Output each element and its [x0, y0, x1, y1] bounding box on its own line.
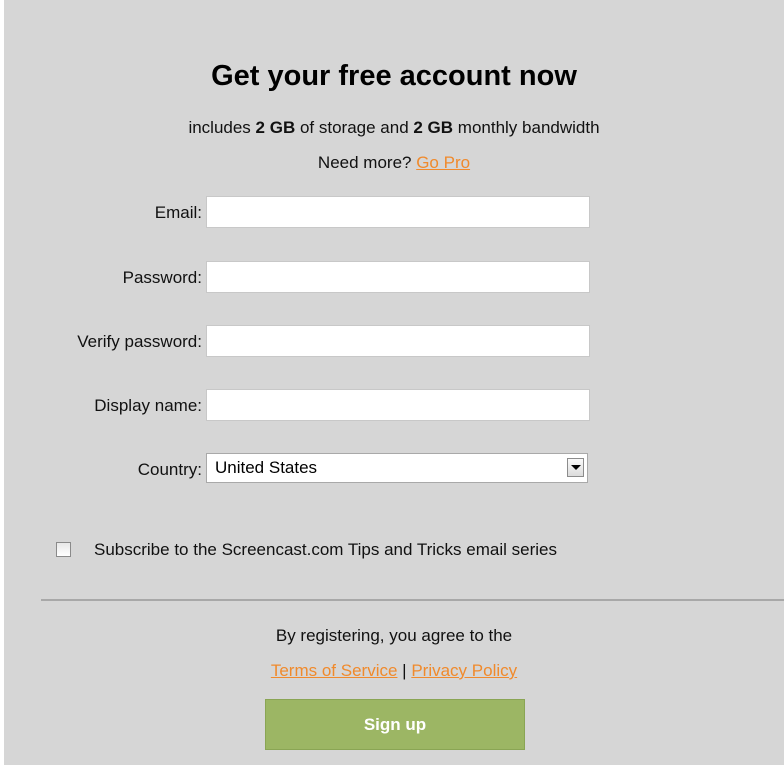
display-name-label: Display name:	[94, 396, 202, 415]
password-field[interactable]	[206, 261, 590, 293]
subscribe-label[interactable]: Subscribe to the Screencast.com Tips and…	[94, 538, 557, 562]
verify-password-label: Verify password:	[77, 332, 202, 351]
email-field[interactable]	[206, 196, 590, 228]
plan-description-prefix: includes	[188, 118, 256, 137]
bandwidth-amount: 2 GB	[413, 118, 454, 137]
signup-panel: Get your free account now includes 2 GB …	[4, 0, 784, 765]
need-more-line: Need more? Go Pro	[4, 152, 784, 174]
display-name-field[interactable]	[206, 389, 590, 421]
privacy-policy-link[interactable]: Privacy Policy	[411, 661, 517, 680]
storage-amount: 2 GB	[255, 118, 296, 137]
plan-description: includes 2 GB of storage and 2 GB monthl…	[4, 117, 784, 139]
sign-up-button[interactable]: Sign up	[265, 699, 525, 750]
divider	[41, 599, 784, 601]
go-pro-link[interactable]: Go Pro	[416, 153, 470, 172]
terms-of-service-link[interactable]: Terms of Service	[271, 661, 398, 680]
verify-password-row: Verify password:	[4, 325, 784, 357]
need-more-text: Need more?	[317, 153, 417, 172]
verify-password-field[interactable]	[206, 325, 590, 357]
password-row: Password:	[4, 261, 784, 293]
country-row: Country: United States	[4, 453, 784, 485]
chevron-down-icon[interactable]	[567, 458, 584, 477]
country-label: Country:	[137, 460, 202, 479]
email-label: Email:	[154, 203, 202, 222]
country-select[interactable]: United States	[206, 453, 588, 483]
legal-links: Terms of Service | Privacy Policy	[4, 660, 784, 682]
subscribe-checkbox[interactable]	[56, 542, 71, 557]
email-row: Email:	[4, 196, 784, 228]
legal-separator: |	[402, 661, 407, 680]
password-label: Password:	[122, 268, 202, 287]
country-selected-value: United States	[215, 458, 318, 477]
plan-description-suffix: monthly bandwidth	[453, 118, 600, 137]
plan-description-middle: of storage and	[295, 118, 414, 137]
display-name-row: Display name:	[4, 389, 784, 421]
page-title: Get your free account now	[211, 60, 577, 92]
agreement-text: By registering, you agree to the	[275, 626, 513, 645]
